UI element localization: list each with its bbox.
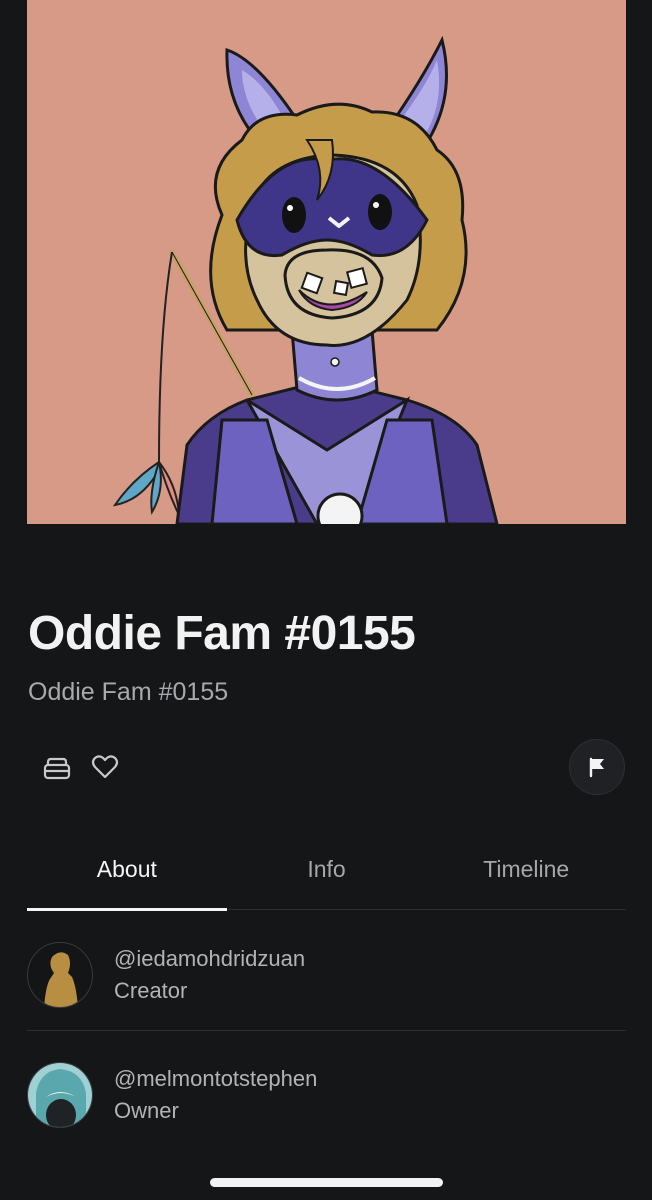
flag-icon <box>589 757 604 778</box>
owner-avatar <box>27 1062 93 1128</box>
creator-row[interactable]: @iedamohdridzuan Creator <box>27 920 626 1031</box>
tab-info[interactable]: Info <box>227 830 427 909</box>
nft-collection-name[interactable]: Oddie Fam #0155 <box>28 678 228 707</box>
oddie-character-illustration <box>27 0 626 524</box>
stack-icon <box>43 757 71 780</box>
owner-row[interactable]: @melmontotstephen Owner <box>27 1040 626 1150</box>
home-indicator[interactable] <box>210 1178 443 1187</box>
nft-title: Oddie Fam #0155 <box>28 607 416 660</box>
heart-icon <box>91 755 119 779</box>
tab-about[interactable]: About <box>27 830 227 911</box>
report-button[interactable] <box>569 739 625 795</box>
nft-artwork[interactable] <box>27 0 626 524</box>
owner-role-label: Owner <box>114 1098 179 1123</box>
favorite-button[interactable] <box>88 750 122 784</box>
creator-avatar <box>27 942 93 1008</box>
detail-tabs: About Info Timeline <box>27 830 626 911</box>
owner-handle: @melmontotstephen <box>114 1066 318 1091</box>
creator-role-label: Creator <box>114 978 188 1003</box>
creator-handle: @iedamohdridzuan <box>114 946 306 971</box>
tab-timeline[interactable]: Timeline <box>426 830 626 909</box>
collection-button[interactable] <box>40 750 74 784</box>
